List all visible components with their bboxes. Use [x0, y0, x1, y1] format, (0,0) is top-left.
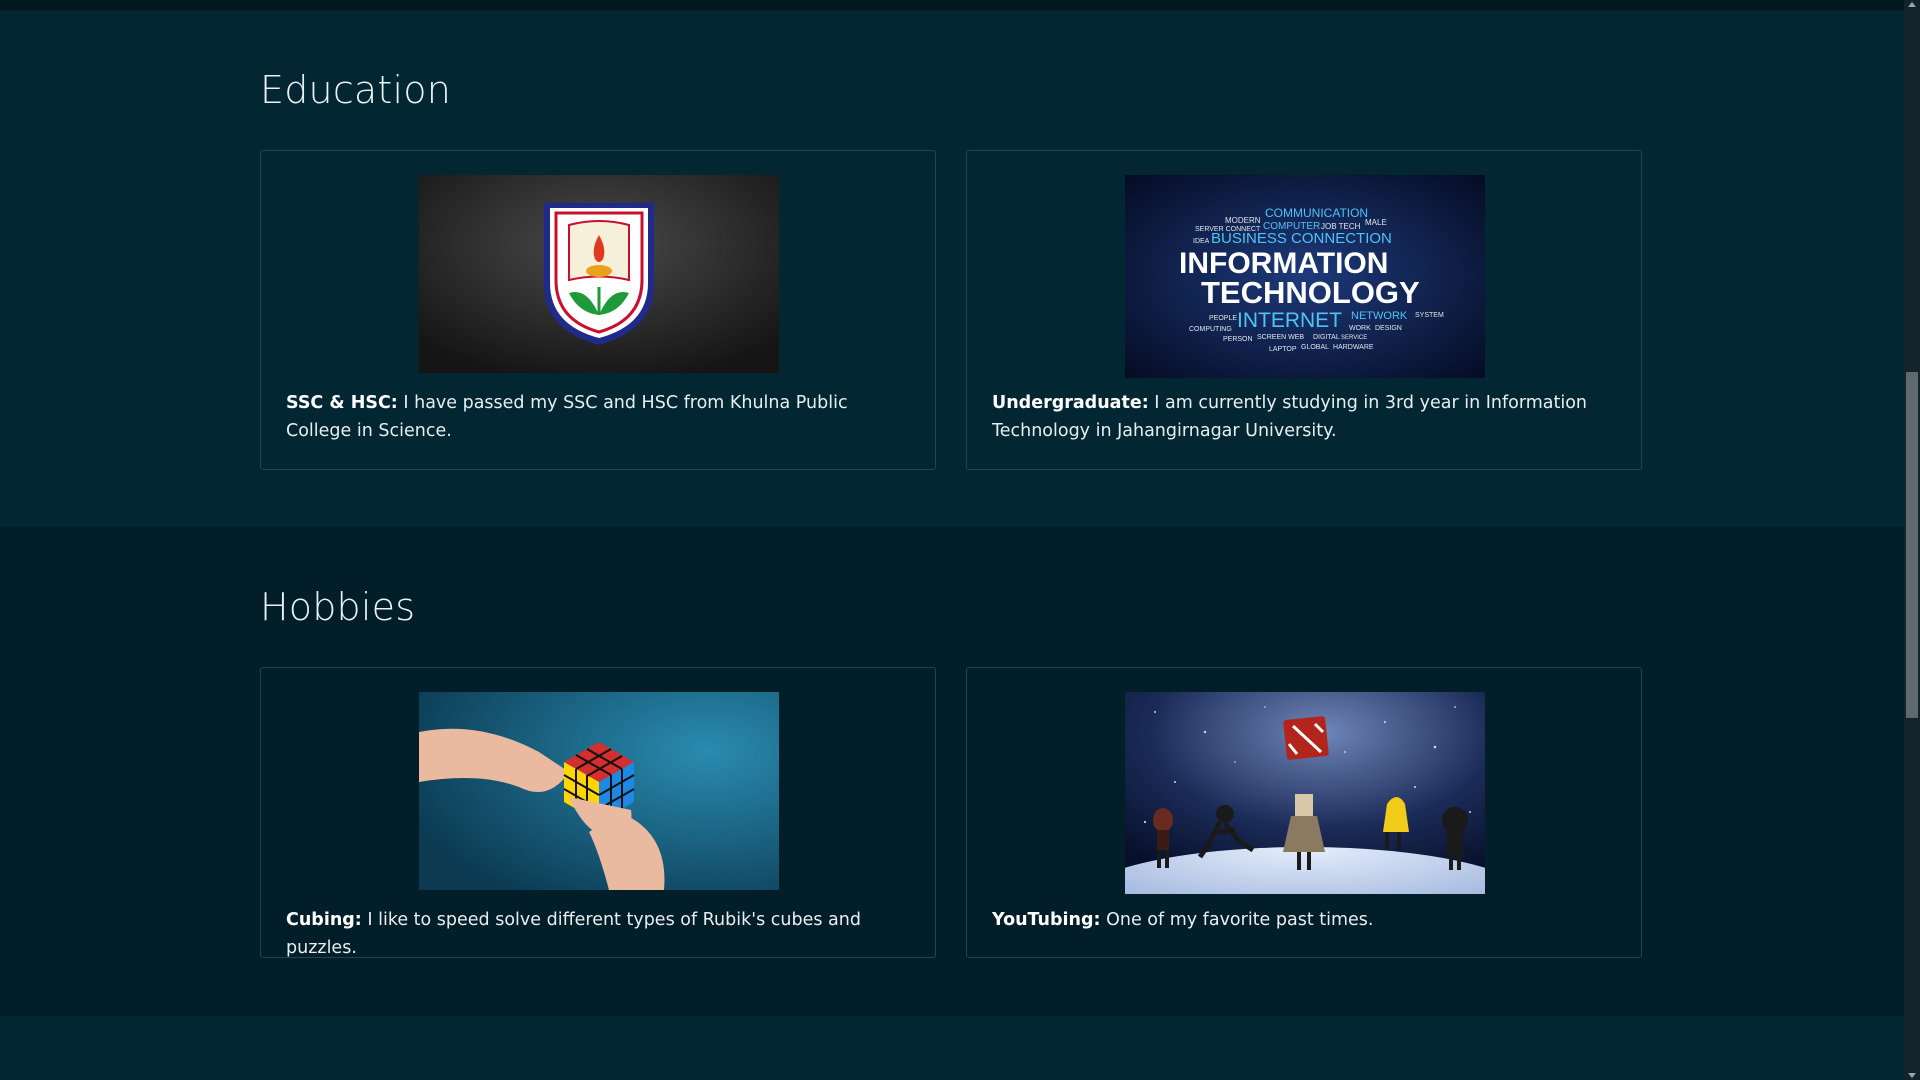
- word-service: SERVICE: [1341, 335, 1367, 341]
- education-card-ssc-hsc-text: SSC & HSC: I have passed my SSC and HSC …: [286, 389, 915, 445]
- word-laptop: LAPTOP: [1269, 346, 1297, 353]
- game-characters-in-space-image: [1125, 692, 1485, 894]
- scroll-up-arrow-icon[interactable]: [1908, 2, 1916, 7]
- hobbies-section: Hobbies Cubing: I like to speed solve di…: [0, 527, 1904, 1016]
- hobby-card-description: I like to speed solve different types of…: [286, 910, 861, 958]
- word-person: PERSON: [1223, 336, 1253, 343]
- word-computing: COMPUTING: [1189, 326, 1232, 333]
- word-people: PEOPLE: [1209, 315, 1237, 322]
- hobby-card-cubing: Cubing: I like to speed solve different …: [260, 667, 936, 958]
- word-modern: MODERN: [1225, 216, 1261, 225]
- education-card-ssc-hsc: SSC & HSC: I have passed my SSC and HSC …: [260, 150, 936, 470]
- word-system: SYSTEM: [1415, 312, 1444, 319]
- word-technology: TECHNOLOGY: [1201, 275, 1420, 310]
- word-digital: DIGITAL: [1313, 334, 1340, 341]
- hobby-card-youtubing-text: YouTubing: One of my favorite past times…: [992, 906, 1621, 934]
- khulna-public-college-logo-image: [419, 175, 779, 373]
- scroll-down-arrow-icon[interactable]: [1908, 1073, 1916, 1078]
- education-card-label: SSC & HSC:: [286, 393, 398, 413]
- education-section: Education SSC & HSC: I have passed my SS…: [0, 10, 1904, 527]
- word-communication: COMMUNICATION: [1265, 206, 1368, 220]
- hobby-card-label: YouTubing:: [992, 910, 1101, 930]
- hobby-card-label: Cubing:: [286, 910, 362, 930]
- scrollbar-thumb[interactable]: [1906, 372, 1918, 718]
- information-technology-word-cloud-image: COMMUNICATION MODERN SERVER CONNECT COMP…: [1125, 175, 1485, 378]
- word-work: WORK: [1349, 325, 1371, 332]
- word-global: GLOBAL: [1301, 344, 1329, 351]
- word-male: MALE: [1365, 218, 1387, 227]
- word-internet: INTERNET: [1237, 309, 1342, 332]
- word-screen: SCREEN WEB: [1257, 334, 1304, 341]
- education-card-label: Undergraduate:: [992, 393, 1149, 413]
- education-card-undergraduate-text: Undergraduate: I am currently studying i…: [992, 389, 1621, 445]
- hobby-card-description: One of my favorite past times.: [1100, 910, 1374, 930]
- top-bar: [0, 0, 1904, 10]
- vertical-scrollbar[interactable]: [1904, 0, 1920, 1080]
- hobby-card-youtubing: YouTubing: One of my favorite past times…: [966, 667, 1642, 958]
- word-design: DESIGN: [1375, 325, 1402, 332]
- word-hardware: HARDWARE: [1333, 344, 1374, 351]
- rubiks-cube-in-hands-image: [419, 692, 779, 890]
- word-idea: IDEA: [1193, 238, 1210, 245]
- hobby-card-cubing-text: Cubing: I like to speed solve different …: [286, 906, 915, 962]
- education-heading: Education: [260, 68, 451, 112]
- word-business: BUSINESS CONNECTION: [1211, 230, 1392, 247]
- education-card-undergraduate: COMMUNICATION MODERN SERVER CONNECT COMP…: [966, 150, 1642, 470]
- word-network: NETWORK: [1351, 310, 1408, 322]
- next-section: [0, 1016, 1904, 1080]
- hobbies-heading: Hobbies: [260, 585, 416, 629]
